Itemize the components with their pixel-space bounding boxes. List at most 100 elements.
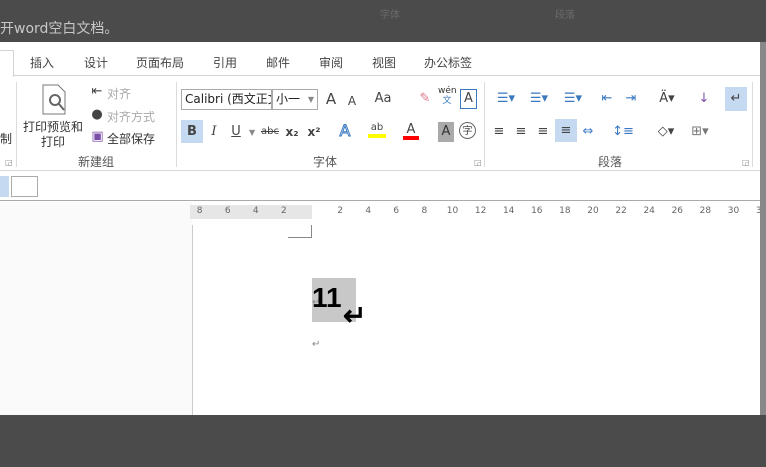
window-edge (760, 42, 766, 415)
enclose-char-icon[interactable]: 字 (459, 122, 476, 139)
dialog-launcher-icon[interactable]: ◲ (5, 158, 13, 167)
ruler-tick-label: 4 (252, 206, 259, 216)
radio-icon: ● (91, 107, 103, 122)
group-divider (16, 82, 17, 167)
ruler-tick-label: 4 (365, 206, 372, 216)
margin-corner-mark (311, 225, 312, 238)
pinyin-icon[interactable]: wén 文 (438, 86, 457, 106)
group-label-font: 字体 (313, 155, 338, 169)
left-margin-area (0, 202, 192, 415)
margin-corner-mark (288, 237, 312, 238)
char-border-icon[interactable]: A (460, 89, 477, 109)
document-tabs-bar (0, 170, 760, 201)
document-page[interactable] (192, 225, 758, 415)
background-hint-text: 开word空白文档。 (0, 21, 119, 37)
font-size-select[interactable]: 小一 ▼ (272, 89, 318, 110)
superscript-button[interactable]: x² (306, 122, 322, 142)
group-divider (752, 82, 753, 167)
ruler-tick-label: 18 (559, 206, 571, 216)
tab-design[interactable]: 设计 (84, 54, 108, 71)
ruler-tick-label: 16 (531, 206, 543, 216)
ruler-tick-label: 10 (446, 206, 459, 216)
ruler-tick-label: 24 (643, 206, 655, 216)
tab-layout[interactable]: 页面布局 (136, 54, 184, 71)
align-icon: ⇤ (91, 84, 103, 99)
tab-mailings[interactable]: 邮件 (266, 54, 290, 71)
change-case-icon[interactable]: Aa (372, 89, 394, 109)
ruler-tick-label: 8 (196, 206, 203, 216)
shading-icon[interactable]: ◇▾ (652, 122, 680, 142)
close-doc-tab[interactable] (0, 176, 9, 197)
clear-format-icon[interactable]: ✎ (416, 89, 434, 109)
tab-references[interactable]: 引用 (213, 54, 237, 71)
cut-label: 制 (0, 132, 13, 146)
ruler-tick-label: 30 (727, 206, 740, 216)
print-preview-button-line2[interactable]: 打印 (41, 133, 65, 150)
show-marks-button[interactable]: ↵ (725, 87, 747, 111)
align-right-icon[interactable]: ≡ (534, 122, 552, 142)
italic-button[interactable]: I (206, 122, 222, 142)
shrink-font-icon[interactable]: A (345, 91, 359, 111)
ruler-tick-label: 14 (502, 206, 515, 216)
dialog-launcher-icon[interactable]: ◲ (742, 158, 750, 167)
chevron-down-icon: ▼ (307, 95, 314, 104)
group-label-paragraph: 段落 (598, 155, 623, 169)
font-name-value: Calibri (西文正文 (185, 92, 272, 106)
horizontal-ruler[interactable]: 86422468101214161820222426283032 (190, 205, 760, 219)
underline-button[interactable]: U (228, 122, 244, 142)
align-button: 对齐 (107, 87, 132, 101)
save-all-button[interactable]: 全部保存 (107, 130, 155, 147)
bold-button[interactable]: B (181, 120, 203, 143)
word-window: 插入 设计 页面布局 引用 邮件 审阅 视图 办公标签 制 ◲ 打印预览和 打印… (0, 42, 760, 415)
chevron-down-icon[interactable]: ▼ (249, 128, 255, 137)
sort-icon[interactable]: ↓ (695, 89, 713, 109)
dialog-launcher-icon[interactable]: ◲ (474, 158, 482, 167)
group-label-new: 新建组 (78, 155, 115, 169)
font-name-select[interactable]: Calibri (西文正文 (181, 89, 272, 110)
text-effects-icon[interactable]: A (337, 121, 353, 141)
multilevel-list-icon[interactable]: ☰▾ (558, 89, 588, 109)
ghost-label: 字体 (380, 10, 400, 21)
ruler-tick-label: 8 (421, 206, 428, 216)
print-preview-icon[interactable] (40, 83, 70, 117)
font-color-icon[interactable]: A (403, 120, 419, 140)
distributed-icon[interactable]: ⇔ (579, 122, 597, 142)
ruler-tick-label: 26 (671, 206, 684, 216)
ghost-label: 段落 (555, 10, 575, 21)
numbering-icon[interactable]: ☰▾ (524, 89, 554, 109)
tab-insert[interactable]: 插入 (30, 54, 54, 71)
group-divider (176, 82, 177, 167)
font-size-value: 小一 (276, 92, 301, 106)
highlight-icon[interactable]: ab (368, 118, 386, 138)
borders-icon[interactable]: ⊞▾ (686, 122, 714, 142)
text-direction-icon[interactable]: Ä▾ (653, 89, 681, 109)
document-tab[interactable] (11, 176, 38, 197)
bullets-icon[interactable]: ☰▾ (491, 89, 521, 109)
tab-review[interactable]: 审阅 (319, 54, 343, 71)
line-spacing-icon[interactable]: ↕≡ (609, 122, 637, 142)
paragraph-mark: ↵ (312, 297, 321, 308)
dimmed-background: 字体 段落 开word空白文档。 (0, 0, 766, 42)
tab-office-tab[interactable]: 办公标签 (424, 54, 472, 71)
align-left-icon[interactable]: ≡ (490, 122, 508, 142)
align-center-icon[interactable]: ≡ (512, 122, 530, 142)
tab-start[interactable] (0, 50, 14, 77)
ruler-tick-label: 12 (474, 206, 487, 216)
ruler-tick-label: 2 (281, 206, 287, 216)
subscript-button[interactable]: x₂ (284, 122, 300, 142)
save-all-icon: ▣ (91, 129, 104, 144)
justify-button[interactable]: ≡ (555, 119, 577, 142)
dimmed-background-bottom (0, 415, 766, 467)
pinyin-char: 文 (442, 96, 452, 106)
ruler-tick-label: 6 (393, 206, 400, 216)
paragraph-mark: ↵ (312, 339, 321, 350)
tab-view[interactable]: 视图 (372, 54, 396, 71)
strikethrough-button[interactable]: abc (259, 122, 281, 142)
grow-font-icon[interactable]: A (322, 89, 340, 109)
ruler-tick-label: 22 (615, 206, 627, 216)
char-shading-icon[interactable]: A (438, 122, 454, 142)
ruler-tick-label: 28 (699, 206, 712, 216)
decrease-indent-icon[interactable]: ⇤ (598, 89, 616, 109)
pinyin-text: wén (438, 86, 457, 96)
increase-indent-icon[interactable]: ⇥ (622, 89, 640, 109)
